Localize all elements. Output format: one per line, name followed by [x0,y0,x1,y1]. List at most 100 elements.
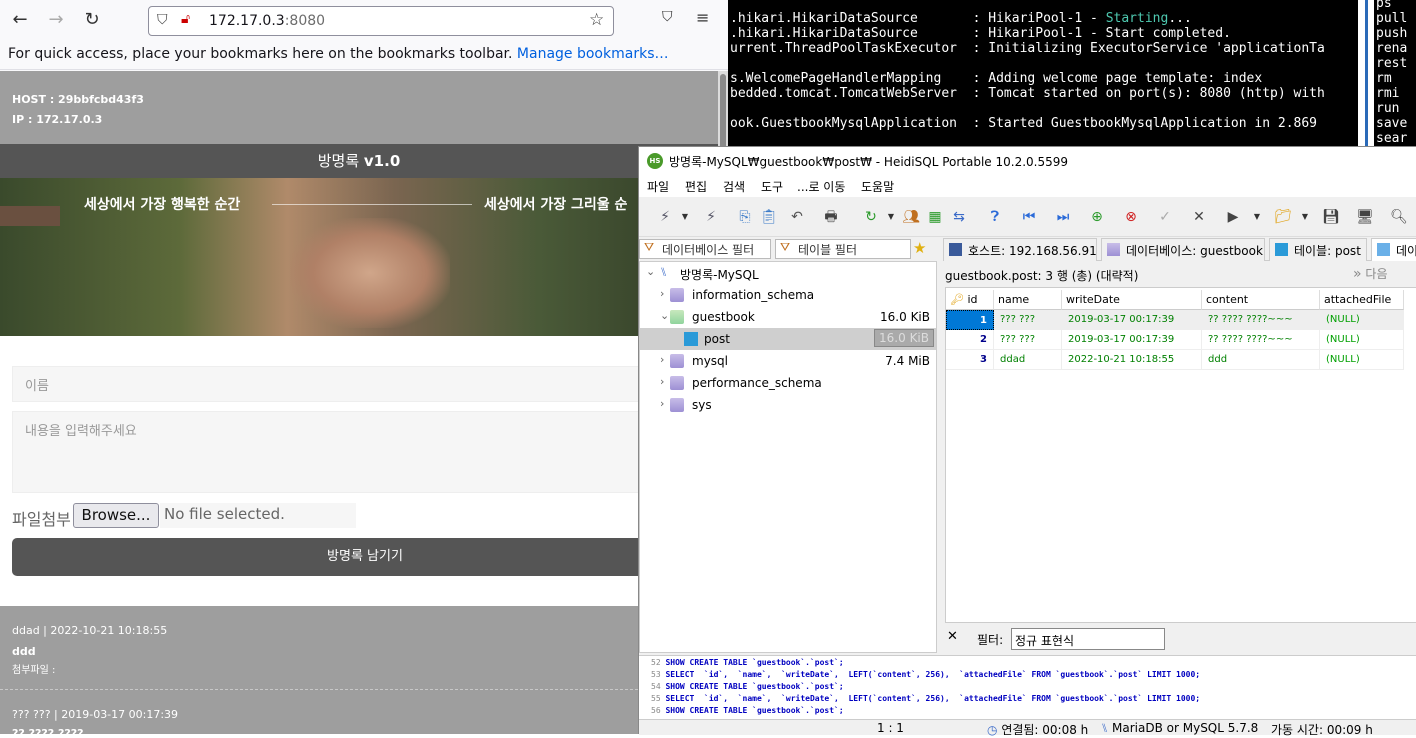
transfer-icon[interactable]: ⇆ [949,207,969,227]
tab-data[interactable]: 데이 [1371,238,1416,261]
terminal-scrollbar[interactable] [1365,0,1368,146]
manage-bookmarks-link[interactable]: Manage bookmarks… [517,46,669,62]
copy-icon[interactable]: ⎘ [735,207,755,227]
paste-icon[interactable]: 📋︎ [759,207,779,227]
table-cell[interactable]: 1 [946,310,994,330]
run-query-icon[interactable]: ▶ [1223,207,1243,227]
table-cell[interactable]: ?? ???? ????~~~ [1202,330,1320,350]
filter-icon: ⛛ [780,240,791,254]
column-header-content[interactable]: content [1202,290,1320,310]
refresh-icon[interactable]: ↻ [861,207,881,227]
tree-root[interactable]: ⌄ ⑊ 방명록-MySQL [640,262,936,284]
chevron-right-icon[interactable]: › [660,287,664,300]
table-cell[interactable]: 3 [946,350,994,370]
back-icon[interactable]: ← [8,8,32,32]
table-cell[interactable]: 2 [946,330,994,350]
post-row-icon[interactable]: ✓ [1155,207,1175,227]
column-header-id[interactable]: 🔑︎ id [946,290,994,310]
last-record-icon[interactable]: ⏭ [1053,207,1073,227]
name-input[interactable]: 이름 [12,366,718,402]
url-bar[interactable]: ⛉ 🔓︎ 172.17.0.3:8080 ☆ [148,6,614,36]
delete-row-icon[interactable]: ⊗ [1121,207,1141,227]
menu-help[interactable]: 도움말 [861,178,894,195]
export-icon[interactable]: ▦ [925,207,945,227]
first-record-icon[interactable]: ⏮ [1019,207,1039,227]
hero-text-left: 세상에서 가장 행복한 순간 [84,197,241,213]
menu-goto[interactable]: ...로 이동 [797,178,845,195]
pocket-icon[interactable]: ⛉ [662,9,673,25]
server-icon: ⑊ [660,265,668,279]
tree-item-information-schema[interactable]: › information_schema [640,284,936,306]
tab-bar: 호스트: 192.168.56.91 데이터베이스: guestbook 테이블… [943,237,1416,261]
tab-host[interactable]: 호스트: 192.168.56.91 [943,238,1097,261]
tree-item-post[interactable]: post 16.0 KiB [640,328,936,350]
table-cell[interactable]: 2019-03-17 00:17:39 [1062,310,1202,330]
reload-icon[interactable]: ↻ [80,8,104,32]
browse-button[interactable]: Browse... [73,503,159,528]
tree-item-mysql[interactable]: › mysql 7.4 MiB [640,350,936,372]
column-header-attachedfile[interactable]: attachedFile [1320,290,1404,310]
table-cell[interactable]: ?? ???? ????~~~ [1202,310,1320,330]
add-row-icon[interactable]: ⊕ [1087,207,1107,227]
table-cell[interactable]: 2022-10-21 10:18:55 [1062,350,1202,370]
column-header-writedate[interactable]: writeDate [1062,290,1202,310]
open-folder-icon[interactable]: 📁︎ [1273,207,1293,227]
db-filter-input[interactable]: ⛛ 데이터베이스 필터 [639,239,771,259]
column-header-name[interactable]: name [994,290,1062,310]
favorite-star-icon[interactable]: ★ [913,239,926,257]
table-cell[interactable]: ??? ??? [994,310,1062,330]
table-cell[interactable]: ddd [1202,350,1320,370]
close-filter-icon[interactable]: ✕ [947,629,958,644]
submit-button[interactable]: 방명록 남기기 [12,538,718,576]
filter-input[interactable]: 정규 표현식 [1011,628,1165,650]
grid-filter-bar: ✕ 필터: 정규 표현식 [943,625,1416,653]
bookmark-star-icon[interactable]: ☆ [589,10,604,30]
print-icon[interactable]: 🖶 [821,207,841,227]
dropdown-arrow-icon[interactable]: ▼ [1295,207,1315,227]
connect-icon[interactable]: ⚡ [655,207,675,227]
user-manager-icon[interactable]: 👥︎ [901,207,921,227]
table-cell[interactable]: (NULL) [1320,330,1404,350]
clock-icon: ◷ [987,723,998,737]
shield-icon[interactable]: ⛉ [157,12,168,28]
save-icon[interactable]: 💾︎ [1321,207,1341,227]
host-icon [949,243,962,256]
dropdown-arrow-icon[interactable]: ▼ [881,207,901,227]
table-cell[interactable]: 2019-03-17 00:17:39 [1062,330,1202,350]
disconnect-icon[interactable]: ⚡ [701,207,721,227]
browser-navbar: ← → ↻ ⛉ 🔓︎ 172.17.0.3:8080 ☆ ⛉ ≡ [0,0,728,40]
dropdown-arrow-icon[interactable]: ▼ [1247,207,1267,227]
undo-icon[interactable]: ↶ [787,207,807,227]
chevron-right-icon[interactable]: › [660,375,664,388]
tree-item-sys[interactable]: › sys [640,394,936,416]
forward-icon[interactable]: → [44,8,68,32]
scrollbar-thumb[interactable] [720,74,726,154]
menu-edit[interactable]: 편집 [685,178,707,195]
menu-icon[interactable]: ≡ [696,8,709,27]
chevron-down-icon[interactable]: ⌄ [646,265,655,278]
tree-item-guestbook[interactable]: ⌄ guestbook 16.0 KiB [640,306,936,328]
chevron-down-icon[interactable]: ⌄ [660,309,669,322]
table-cell[interactable]: (NULL) [1320,350,1404,370]
tree-item-performance-schema[interactable]: › performance_schema [640,372,936,394]
ip-label: IP : 172.17.0.3 [12,113,103,126]
chevron-right-icon[interactable]: › [660,353,664,366]
dropdown-arrow-icon[interactable]: ▼ [675,207,695,227]
table-filter-input[interactable]: ⛛ 테이블 필터 [775,239,911,259]
table-cell[interactable]: (NULL) [1320,310,1404,330]
menu-file[interactable]: 파일 [647,178,669,195]
tab-database[interactable]: 데이터베이스: guestbook [1101,238,1265,261]
table-cell[interactable]: ddad [994,350,1062,370]
table-cell[interactable]: ??? ??? [994,330,1062,350]
help-icon[interactable]: ❓︎ [985,207,1005,227]
menu-search[interactable]: 검색 [723,178,745,195]
chevron-right-icon[interactable]: › [660,397,664,410]
tab-table[interactable]: 테이블: post [1269,238,1367,261]
insecure-lock-icon[interactable]: 🔓︎ [181,11,190,27]
content-textarea[interactable]: 내용을 입력해주세요 [12,411,718,493]
search-icon[interactable]: 🔍︎ [1389,207,1409,227]
explain-icon[interactable]: 🖥︎ [1355,207,1375,227]
next-button[interactable]: » 다음 [1353,265,1388,282]
cancel-edit-icon[interactable]: ✕ [1189,207,1209,227]
menu-tools[interactable]: 도구 [761,178,783,195]
